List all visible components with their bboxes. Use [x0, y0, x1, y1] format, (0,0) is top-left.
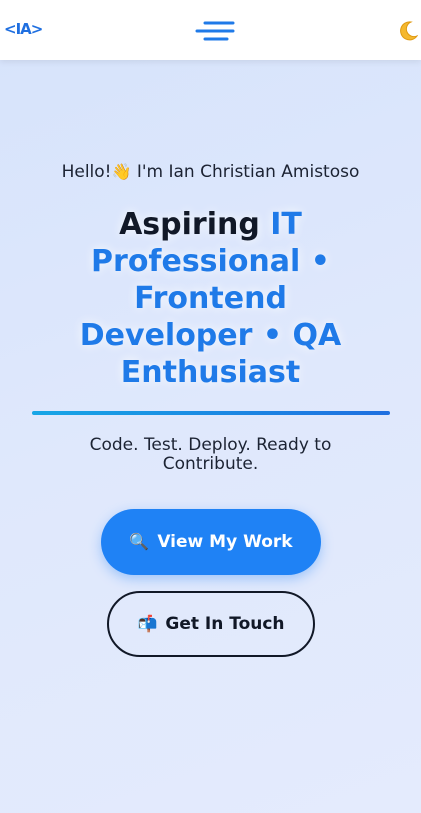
moon-icon: [400, 21, 419, 41]
get-in-touch-button[interactable]: 📬 Get In Touch: [107, 591, 315, 657]
headline-plain: Aspiring: [119, 207, 271, 242]
view-my-work-button[interactable]: 🔍 View My Work: [101, 509, 321, 575]
waving-hand-icon: 👋: [111, 162, 132, 181]
theme-toggle-button[interactable]: [396, 20, 419, 42]
view-my-work-label: View My Work: [157, 532, 293, 552]
mailbox-icon: 📬: [137, 614, 158, 633]
menu-button[interactable]: [195, 20, 235, 42]
tagline: Code. Test. Deploy. Ready to Contribute.: [89, 435, 332, 474]
greeting-name: I'm Ian Christian Amistoso: [136, 162, 360, 182]
get-in-touch-label: Get In Touch: [165, 614, 285, 634]
page-title: Aspiring IT Professional • Frontend Deve…: [60, 206, 361, 391]
site-logo[interactable]: <IA>: [4, 20, 43, 38]
greeting: Hello!👋 I'm Ian Christian Amistoso: [0, 162, 421, 182]
headline-divider: [32, 411, 390, 415]
magnifier-icon: 🔍: [129, 532, 150, 551]
greeting-prefix: Hello!: [61, 162, 112, 182]
menu-icon: [195, 21, 235, 41]
site-header: <IA>: [0, 0, 421, 60]
